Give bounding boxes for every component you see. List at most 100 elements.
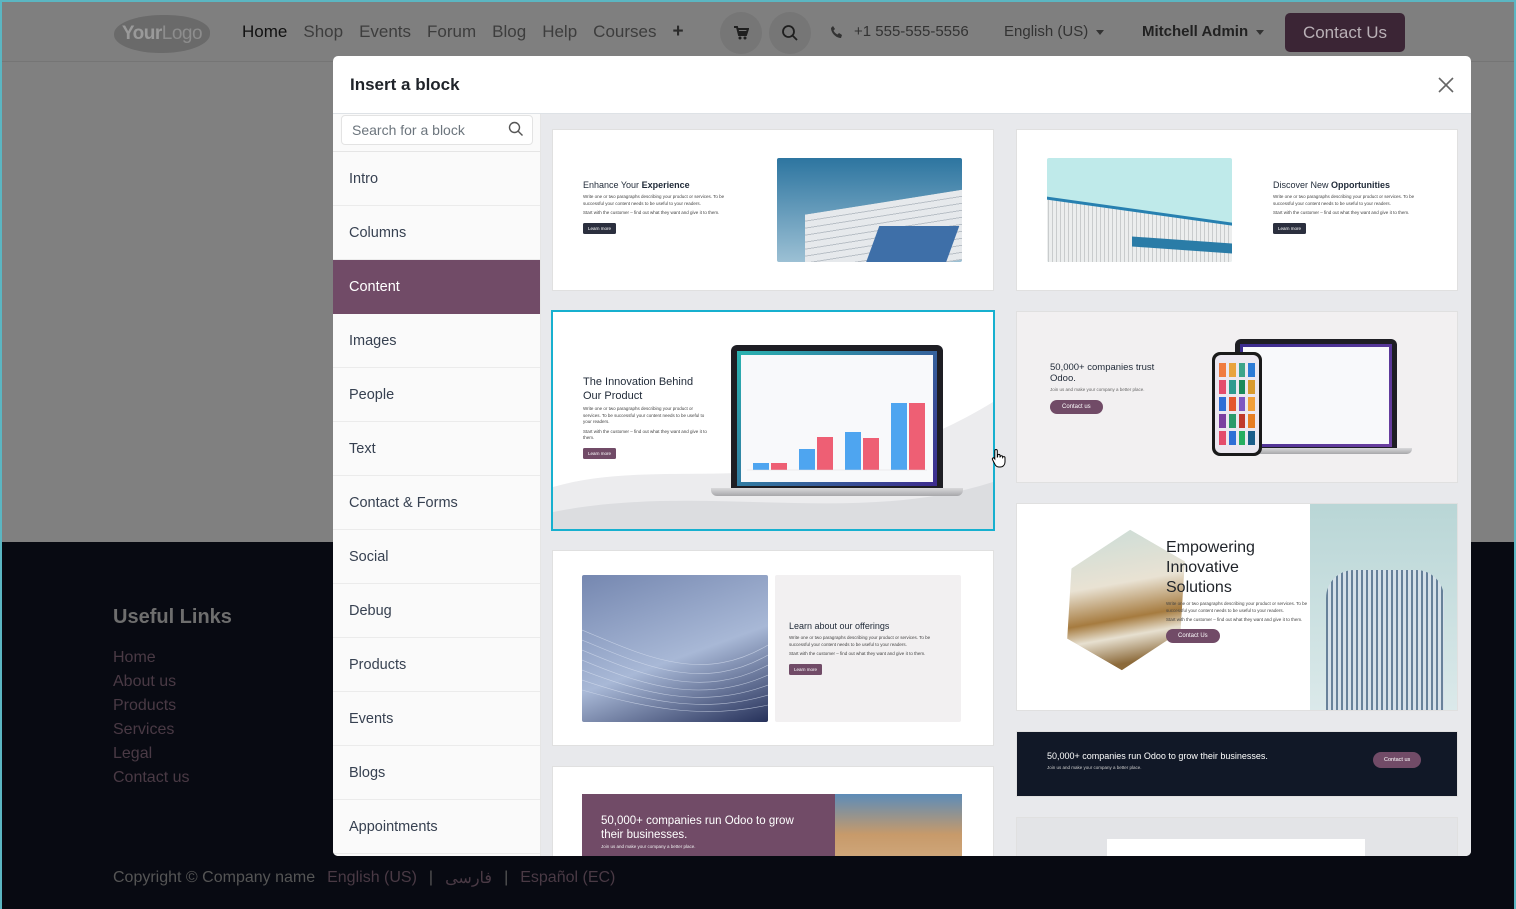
footer-lang-farsi[interactable]: فارسی — [445, 868, 492, 888]
hand-pointer-icon — [991, 448, 1006, 468]
nav-courses[interactable]: Courses — [593, 22, 656, 42]
block-paragraph: Join us and make your company a better p… — [1050, 387, 1145, 392]
block-title: 50,000+ companies run Odoo to grow their… — [601, 815, 794, 841]
footer-lang-spanish[interactable]: Español (EC) — [520, 869, 615, 887]
category-debug[interactable]: Debug — [333, 584, 540, 638]
block-preview-grid[interactable]: Enhance Your Experience Write one or two… — [541, 114, 1471, 856]
category-contact-forms[interactable]: Contact & Forms — [333, 476, 540, 530]
insert-block-dialog: Insert a block Intro Columns Content Ima… — [333, 56, 1471, 856]
wave-lines-image — [582, 575, 768, 722]
block-paragraph: Start with the customer – find out what … — [583, 428, 707, 441]
category-events[interactable]: Events — [333, 692, 540, 746]
contact-us-button[interactable]: Contact Us — [1285, 13, 1405, 52]
phone-number: +1 555-555-5556 — [854, 23, 969, 40]
footer-lang-english[interactable]: English (US) — [327, 869, 417, 887]
category-images[interactable]: Images — [333, 314, 540, 368]
block-enhance-experience[interactable]: Enhance Your Experience Write one or two… — [553, 130, 993, 290]
phone-mockup — [1212, 352, 1262, 456]
add-page-icon[interactable]: + — [672, 22, 683, 42]
user-menu[interactable]: Mitchell Admin — [1142, 23, 1265, 40]
phone-icon — [831, 25, 842, 38]
close-button[interactable] — [1435, 74, 1457, 96]
category-sidebar: Intro Columns Content Images People Text… — [333, 114, 541, 856]
separator: | — [504, 869, 509, 886]
block-text: Empowering Innovative Solutions Write on… — [1166, 538, 1308, 643]
nav-shop[interactable]: Shop — [303, 22, 343, 42]
chevron-down-icon — [1256, 29, 1265, 35]
block-dark-banner[interactable]: 50,000+ companies run Odoo to grow their… — [1017, 732, 1457, 796]
block-paragraph: Write one or two paragraphs describing y… — [1166, 601, 1308, 613]
phone-link[interactable]: +1 555-555-5556 — [830, 23, 969, 40]
language-label: English (US) — [1004, 23, 1089, 40]
preview-column-right: Discover New Opportunities Write one or … — [1017, 130, 1457, 856]
category-blogs[interactable]: Blogs — [333, 746, 540, 800]
block-paragraph: Write one or two paragraphs describing y… — [789, 635, 931, 647]
category-social[interactable]: Social — [333, 530, 540, 584]
site-header: YourLogo Home Shop Events Forum Blog Hel… — [2, 2, 1514, 62]
block-search-input[interactable] — [341, 115, 533, 145]
block-contact-us-button: Contact us — [1050, 399, 1103, 414]
block-title-bold: Experience — [641, 180, 690, 190]
block-contact-us-button: Contact us — [1373, 752, 1422, 768]
block-paragraph: Start with the customer – find out what … — [789, 651, 926, 656]
dialog-header: Insert a block — [333, 56, 1471, 114]
category-products[interactable]: Products — [333, 638, 540, 692]
block-learn-offerings[interactable]: Learn about our offerings Write one or t… — [553, 551, 993, 745]
block-learn-more-button: Learn more — [583, 222, 617, 234]
site-logo[interactable]: YourLogo — [114, 15, 210, 53]
block-text: Learn about our offerings Write one or t… — [789, 621, 949, 676]
block-title: Discover New Opportunities — [1273, 180, 1433, 191]
block-empowering-solutions[interactable]: Empowering Innovative Solutions Write on… — [1017, 504, 1457, 710]
partial-panel — [1107, 839, 1365, 856]
category-text[interactable]: Text — [333, 422, 540, 476]
user-name: Mitchell Admin — [1142, 23, 1249, 40]
category-columns[interactable]: Columns — [333, 206, 540, 260]
nav-home[interactable]: Home — [242, 22, 287, 42]
useful-links-title: Useful Links — [113, 606, 232, 628]
language-dropdown[interactable]: English (US) — [1004, 23, 1105, 40]
block-partial-preview[interactable] — [1017, 818, 1457, 856]
separator: | — [428, 869, 434, 886]
category-content[interactable]: Content — [333, 260, 540, 314]
category-people[interactable]: People — [333, 368, 540, 422]
footer-link-products[interactable]: Products — [113, 696, 189, 716]
block-innovation-product[interactable]: The Innovation Behind Our Product Write … — [553, 312, 993, 529]
block-text: 50,000+ companies trust Odoo. Join us an… — [1050, 362, 1175, 414]
block-paragraph: Write one or two paragraphs describing y… — [583, 406, 705, 424]
footer-link-about[interactable]: About us — [113, 672, 189, 692]
category-intro[interactable]: Intro — [333, 152, 540, 206]
block-paragraph: Start with the customer – find out what … — [1273, 210, 1410, 215]
block-companies-trust[interactable]: 50,000+ companies trust Odoo. Join us an… — [1017, 312, 1457, 482]
logo-light-text: Logo — [161, 23, 203, 44]
block-text: Enhance Your Experience Write one or two… — [583, 180, 743, 235]
tower-image — [1310, 504, 1457, 710]
block-paragraph: Join us and make your company a better p… — [601, 844, 696, 849]
block-title: 50,000+ companies run Odoo to grow their… — [1047, 751, 1268, 761]
cart-button[interactable] — [720, 12, 762, 54]
footer-link-contact[interactable]: Contact us — [113, 768, 189, 788]
block-learn-more-button: Learn more — [583, 447, 617, 459]
block-discover-opportunities[interactable]: Discover New Opportunities Write one or … — [1017, 130, 1457, 290]
nav-forum[interactable]: Forum — [427, 22, 476, 42]
purple-panel: 50,000+ companies run Odoo to grow their… — [582, 794, 835, 856]
search-button[interactable] — [769, 12, 811, 54]
category-appointments[interactable]: Appointments — [333, 800, 540, 854]
dialog-body: Intro Columns Content Images People Text… — [333, 114, 1471, 856]
nav-help[interactable]: Help — [542, 22, 577, 42]
footer-link-legal[interactable]: Legal — [113, 744, 189, 764]
footer-link-home[interactable]: Home — [113, 648, 189, 668]
nav-blog[interactable]: Blog — [492, 22, 526, 42]
nav-events[interactable]: Events — [359, 22, 411, 42]
footer-link-services[interactable]: Services — [113, 720, 189, 740]
close-icon — [1438, 77, 1454, 93]
block-purple-banner[interactable]: 50,000+ companies run Odoo to grow their… — [553, 767, 993, 856]
copyright-bar: Copyright © Company name English (US) | … — [113, 868, 615, 888]
block-title: Enhance Your Experience — [583, 180, 743, 191]
block-learn-more-button: Learn more — [789, 663, 823, 675]
block-title: Learn about our offerings — [789, 621, 890, 631]
cart-icon — [734, 26, 749, 40]
laptop-base — [711, 488, 963, 496]
offerings-text-panel: Learn about our offerings Write one or t… — [775, 575, 961, 722]
search-wrapper — [333, 114, 540, 152]
dialog-title: Insert a block — [350, 75, 460, 94]
